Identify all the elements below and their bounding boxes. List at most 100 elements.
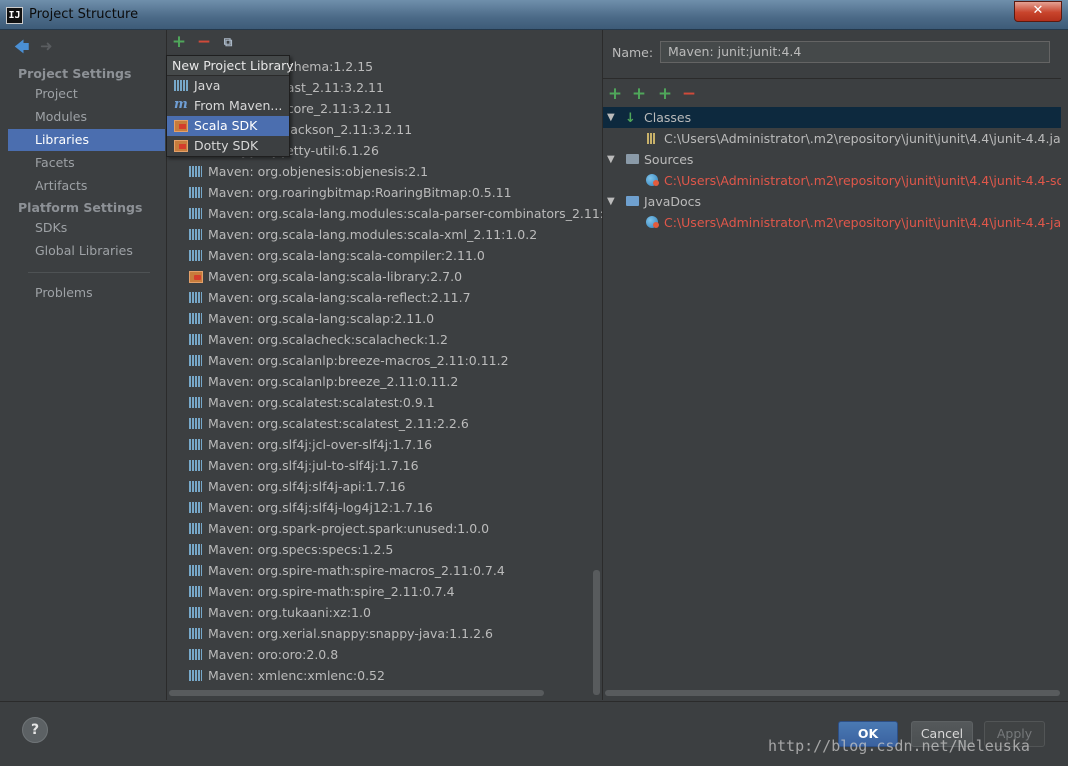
library-icon — [189, 628, 202, 639]
maven-icon: m — [174, 97, 188, 112]
library-icon — [189, 649, 202, 660]
library-row-label: Maven: org.scala-lang:scala-library:2.7.… — [208, 269, 463, 284]
library-row-label: Maven: org.slf4j:jcl-over-slf4j:1.7.16 — [208, 437, 433, 452]
nav-item-libraries[interactable]: Libraries — [8, 129, 165, 151]
library-row-label: Maven: org.spire-math:spire-macros_2.11:… — [208, 563, 505, 578]
library-roots-tree[interactable]: ▼ ↓ Classes C:\Users\Administrator\.m2\r… — [603, 107, 1061, 687]
forward-arrow-icon[interactable]: ➜ — [40, 37, 53, 55]
library-icon — [189, 565, 202, 576]
library-icon — [189, 586, 202, 597]
tree-node-label: Classes — [644, 110, 692, 125]
tree-node-label: Sources — [644, 152, 694, 167]
expand-arrow-icon[interactable]: ▼ — [607, 149, 615, 170]
remove-root-icon[interactable]: − — [680, 85, 698, 103]
library-row-label: Maven: org.scala-lang.modules:scala-pars… — [208, 206, 636, 221]
tree-leaf-javadocs-path[interactable]: C:\Users\Administrator\.m2\repository\ju… — [603, 212, 1061, 233]
tree-leaf-classes-path[interactable]: C:\Users\Administrator\.m2\repository\ju… — [603, 128, 1061, 149]
add-root-icon[interactable]: + — [606, 85, 624, 103]
tree-leaf-sources-path[interactable]: C:\Users\Administrator\.m2\repository\ju… — [603, 170, 1061, 191]
remove-library-icon[interactable]: − — [195, 33, 213, 51]
library-row-label: Maven: org.scala-lang.modules:scala-xml_… — [208, 227, 538, 242]
library-icon — [189, 502, 202, 513]
add-sources-root-icon[interactable]: + — [656, 85, 674, 103]
library-icon — [189, 250, 202, 261]
root-path-text: C:\Users\Administrator\.m2\repository\ju… — [664, 215, 1061, 230]
section-platform-settings: Platform Settings — [18, 200, 143, 215]
tree-node-javadocs[interactable]: ▼ JavaDocs — [603, 191, 1061, 212]
library-icon — [189, 166, 202, 177]
library-icon — [189, 418, 202, 429]
library-icon — [189, 544, 202, 555]
nav-item-project[interactable]: Project — [8, 83, 165, 105]
nav-item-sdks[interactable]: SDKs — [8, 217, 165, 239]
intellij-app-icon: IJ — [6, 7, 23, 24]
library-row-label: Maven: org.slf4j:jul-to-slf4j:1.7.16 — [208, 458, 419, 473]
library-icon — [189, 607, 202, 618]
library-icon — [189, 376, 202, 387]
section-project-settings: Project Settings — [18, 66, 132, 81]
library-details-panel: Name: Maven: junit:junit:4.4 + + + − ▼ ↓… — [602, 30, 1061, 700]
library-icon — [189, 208, 202, 219]
scala-sdk-icon — [174, 120, 188, 132]
popup-item-dotty-sdk[interactable]: Dotty SDK — [167, 136, 289, 156]
nav-item-global-libraries[interactable]: Global Libraries — [8, 240, 165, 262]
library-row-label: Maven: org.scalatest:scalatest:0.9.1 — [208, 395, 435, 410]
copy-library-icon[interactable]: ⧉ — [219, 33, 237, 51]
library-row-label: Maven: org.spire-math:spire_2.11:0.7.4 — [208, 584, 455, 599]
library-icon — [189, 481, 202, 492]
library-icon — [189, 355, 202, 366]
jar-icon — [647, 133, 656, 144]
tree-node-classes[interactable]: ▼ ↓ Classes — [603, 107, 1061, 128]
library-icon — [189, 670, 202, 681]
library-row-label: Maven: org.xerial.snappy:snappy-java:1.1… — [208, 626, 493, 641]
library-row-label: Maven: org.scalanlp:breeze-macros_2.11:0… — [208, 353, 509, 368]
popup-item-scala-sdk[interactable]: Scala SDK — [167, 116, 289, 136]
popup-item-java[interactable]: Java — [167, 76, 289, 96]
library-row-label: Maven: org.specs:specs:1.2.5 — [208, 542, 394, 557]
back-arrow-icon[interactable]: 🡄 — [14, 37, 30, 62]
library-list-horizontal-scrollbar[interactable] — [169, 690, 544, 696]
nav-item-problems[interactable]: Problems — [8, 282, 165, 304]
expand-arrow-icon[interactable]: ▼ — [607, 191, 615, 212]
details-divider — [603, 78, 1061, 79]
help-button[interactable]: ? — [22, 717, 48, 743]
library-list-vertical-scrollbar[interactable] — [593, 570, 600, 695]
library-icon — [189, 313, 202, 324]
libraries-toolbar: + − ⧉ — [167, 30, 602, 56]
nav-item-artifacts[interactable]: Artifacts — [8, 175, 165, 197]
nav-item-modules[interactable]: Modules — [8, 106, 165, 128]
classes-root-icon: ↓ — [625, 111, 636, 126]
add-classes-root-icon[interactable]: + — [630, 85, 648, 103]
expand-arrow-icon[interactable]: ▼ — [607, 107, 615, 128]
roots-toolbar: + + + − — [603, 82, 1061, 106]
add-library-icon[interactable]: + — [170, 33, 188, 51]
sources-folder-icon — [626, 154, 639, 164]
new-project-library-popup: New Project Library Java m From Maven...… — [166, 55, 294, 157]
root-path-text: C:\Users\Administrator\.m2\repository\ju… — [664, 173, 1061, 188]
library-row-label: Maven: org.slf4j:slf4j-api:1.7.16 — [208, 479, 406, 494]
library-row-label: Maven: org.roaringbitmap:RoaringBitmap:0… — [208, 185, 512, 200]
watermark-text: http://blog.csdn.net/Neleuska — [768, 737, 1030, 755]
library-icon — [189, 439, 202, 450]
details-horizontal-scrollbar[interactable] — [605, 690, 1060, 696]
popup-item-from-maven[interactable]: m From Maven... — [167, 96, 289, 116]
tree-node-label: JavaDocs — [644, 194, 702, 209]
tree-node-sources[interactable]: ▼ Sources — [603, 149, 1061, 170]
library-row-label: Maven: org.spark-project.spark:unused:1.… — [208, 521, 490, 536]
library-icon — [189, 187, 202, 198]
nav-item-facets[interactable]: Facets — [8, 152, 165, 174]
library-row-label: Maven: org.scala-lang:scala-reflect:2.11… — [208, 290, 471, 305]
library-icon — [189, 334, 202, 345]
javadocs-folder-icon — [626, 196, 639, 206]
settings-navigation: 🡄 ➜ Project Settings Project Modules Lib… — [8, 30, 165, 700]
library-row-label: Maven: org.scala-lang:scala-compiler:2.1… — [208, 248, 485, 263]
library-icon — [189, 523, 202, 534]
library-icon — [189, 460, 202, 471]
dialog-button-bar: ? OK Cancel Apply http://blog.csdn.net/N… — [0, 701, 1068, 766]
title-bar[interactable]: IJ Project Structure ✕ — [0, 0, 1068, 30]
close-window-button[interactable]: ✕ — [1014, 1, 1062, 22]
scala-sdk-icon — [174, 140, 188, 152]
invalid-root-icon — [646, 174, 659, 186]
library-row-label: Maven: org.scalatest:scalatest_2.11:2.2.… — [208, 416, 469, 431]
library-name-input[interactable]: Maven: junit:junit:4.4 — [660, 41, 1050, 63]
